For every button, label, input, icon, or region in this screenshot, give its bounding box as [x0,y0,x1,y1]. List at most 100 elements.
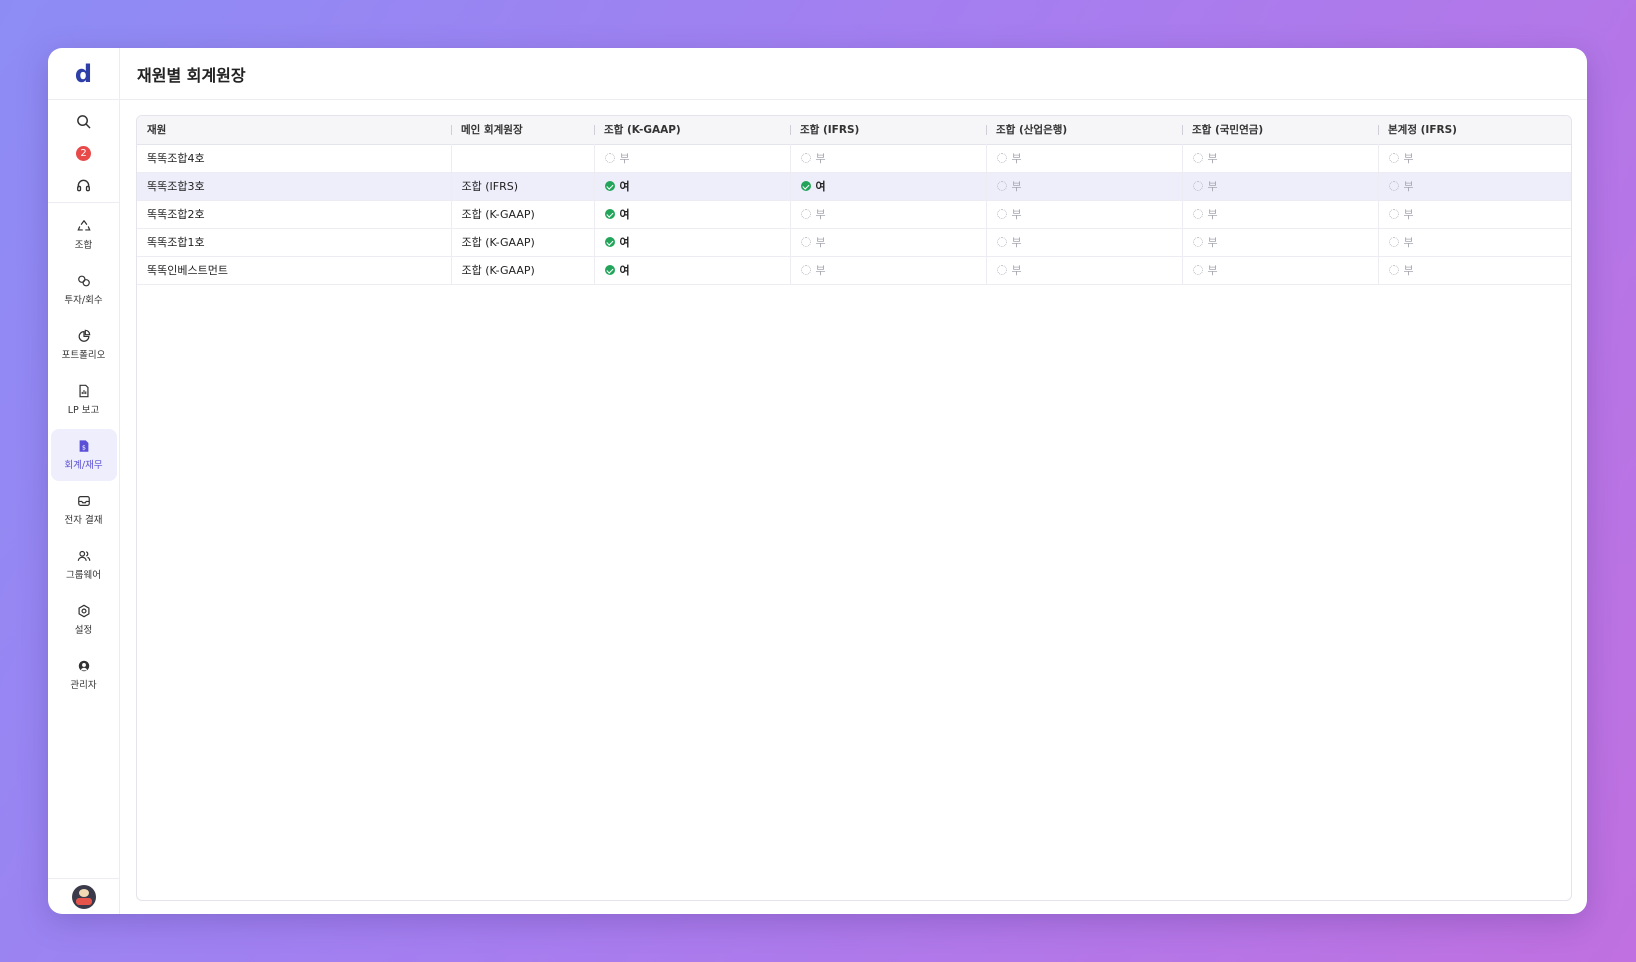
ledger-flag-cell[interactable]: 부 [986,200,1183,228]
dotted-circle-icon [996,237,1007,247]
flag-no: 부 [1388,206,1414,222]
flag-label: 부 [1403,208,1414,221]
ledger-flag-cell[interactable]: 여 [594,172,791,200]
sidebar-item-fund[interactable]: 조합 [51,209,117,261]
dotted-circle-icon [1388,265,1399,275]
flag-label: 여 [619,264,630,277]
dotted-circle-icon [1388,237,1399,247]
ledger-flag-cell[interactable]: 부 [1378,228,1571,256]
flag-label: 부 [815,208,826,221]
check-circle-icon [604,181,615,191]
main-ledger-cell: 조합 (K-GAAP) [451,228,595,256]
sidebar-item-portfolio[interactable]: 포트폴리오 [51,319,117,371]
user-avatar-area [48,878,119,914]
check-circle-icon [604,237,615,247]
ledger-flag-cell[interactable]: 여 [594,228,791,256]
ledger-flag-cell[interactable]: 부 [1378,172,1571,200]
sidebar-item-approval[interactable]: 전자 결재 [51,484,117,536]
flag-no: 부 [1192,150,1218,166]
flag-no: 부 [604,150,630,166]
flag-no: 부 [1192,234,1218,250]
ledger-flag-cell[interactable]: 부 [986,144,1183,172]
table-row[interactable]: 똑똑인베스트먼트 조합 (K-GAAP) 여 부 부 부 부 [137,256,1571,284]
column-header[interactable]: 본계정 (IFRS) [1378,116,1571,144]
flag-label: 부 [1011,180,1022,193]
recycle-icon [76,219,91,233]
ledger-flag-cell[interactable]: 부 [1182,228,1379,256]
sidebar-item-lp[interactable]: LP 보고 [51,374,117,426]
avatar[interactable] [71,884,96,909]
flag-label: 부 [1403,264,1414,277]
table-body: 똑똑조합4호 부 부 부 부 부 똑똑조합3호 조합 (IFRS) 여 여 부 부 부 똑똑조합2호 조합 … [137,144,1571,284]
ledger-flag-cell[interactable]: 부 [790,228,987,256]
logo[interactable]: d [75,60,92,88]
check-circle-icon [604,209,615,219]
column-header[interactable]: 조합 (산업은행) [986,116,1182,144]
flag-label: 부 [815,264,826,277]
support-button[interactable] [71,174,97,196]
ledger-flag-cell[interactable]: 부 [790,256,987,284]
table-row[interactable]: 똑똑조합4호 부 부 부 부 부 [137,144,1571,172]
ledger-flag-cell[interactable]: 부 [1182,256,1379,284]
flag-label: 부 [1403,180,1414,193]
gear-icon [77,604,91,618]
flag-label: 부 [1403,236,1414,249]
flag-no: 부 [996,150,1022,166]
ledger-flag-cell[interactable]: 여 [790,172,987,200]
dotted-circle-icon [996,181,1007,191]
notification-button[interactable]: 2 [71,142,97,164]
sidebar-item-admin[interactable]: 관리자 [51,649,117,701]
column-header[interactable]: 조합 (국민연금) [1182,116,1378,144]
ledger-flag-cell[interactable]: 부 [594,144,791,172]
ledger-flag-cell[interactable]: 부 [1182,172,1379,200]
ledger-flag-cell[interactable]: 부 [790,144,987,172]
column-header[interactable]: 조합 (IFRS) [790,116,986,144]
ledger-flag-cell[interactable]: 부 [986,172,1183,200]
flag-yes: 여 [604,178,630,194]
ledger-flag-cell[interactable]: 여 [594,200,791,228]
ledger-flag-cell[interactable]: 여 [594,256,791,284]
flag-no: 부 [800,150,826,166]
table-header-row: 재원 메인 회계원장 조합 (K-GAAP) 조합 (IFRS) 조합 (산업은행) 조합… [137,116,1571,144]
ledger-flag-cell[interactable]: 부 [1378,144,1571,172]
sidebar-item-invest[interactable]: 투자/회수 [51,264,117,316]
table-row[interactable]: 똑똑조합2호 조합 (K-GAAP) 여 부 부 부 부 [137,200,1571,228]
flag-no: 부 [1192,262,1218,278]
flag-no: 부 [996,178,1022,194]
ledger-flag-cell[interactable]: 부 [1378,200,1571,228]
dotted-circle-icon [1192,153,1203,163]
column-header[interactable]: 메인 회계원장 [451,116,594,144]
sidebar-item-accounting[interactable]: $ 회계/재무 [50,429,117,481]
logo-area: d [48,48,119,100]
flag-no: 부 [996,206,1022,222]
flag-yes: 여 [604,234,630,250]
fund-name-cell: 똑똑인베스트먼트 [137,256,452,284]
ledger-flag-cell[interactable]: 부 [1378,256,1571,284]
ledger-flag-cell[interactable]: 부 [1182,200,1379,228]
table-row[interactable]: 똑똑조합3호 조합 (IFRS) 여 여 부 부 부 [137,172,1571,200]
column-header[interactable]: 조합 (K-GAAP) [594,116,790,144]
ledger-flag-cell[interactable]: 부 [1182,144,1379,172]
flag-no: 부 [800,234,826,250]
column-header[interactable]: 재원 [137,116,451,144]
dotted-circle-icon [996,265,1007,275]
flag-label: 여 [619,180,630,193]
ledger-flag-cell[interactable]: 부 [790,200,987,228]
search-button[interactable] [71,110,97,132]
ledger-flag-cell[interactable]: 부 [986,256,1183,284]
sidebar-item-label: 투자/회수 [64,295,103,306]
table-row[interactable]: 똑똑조합1호 조합 (K-GAAP) 여 부 부 부 부 [137,228,1571,256]
dollar-file-icon: $ [77,439,91,453]
flag-no: 부 [1388,262,1414,278]
dotted-circle-icon [800,265,811,275]
sidebar-item-settings[interactable]: 설정 [51,594,117,646]
check-circle-icon [800,181,811,191]
flag-no: 부 [1388,234,1414,250]
report-file-icon [77,384,91,398]
fund-name-cell: 똑똑조합4호 [137,144,452,172]
flag-no: 부 [1388,178,1414,194]
sidebar-item-groupware[interactable]: 그룹웨어 [51,539,117,591]
flag-no: 부 [1192,206,1218,222]
ledger-flag-cell[interactable]: 부 [986,228,1183,256]
sidebar-item-label: 관리자 [70,680,97,691]
